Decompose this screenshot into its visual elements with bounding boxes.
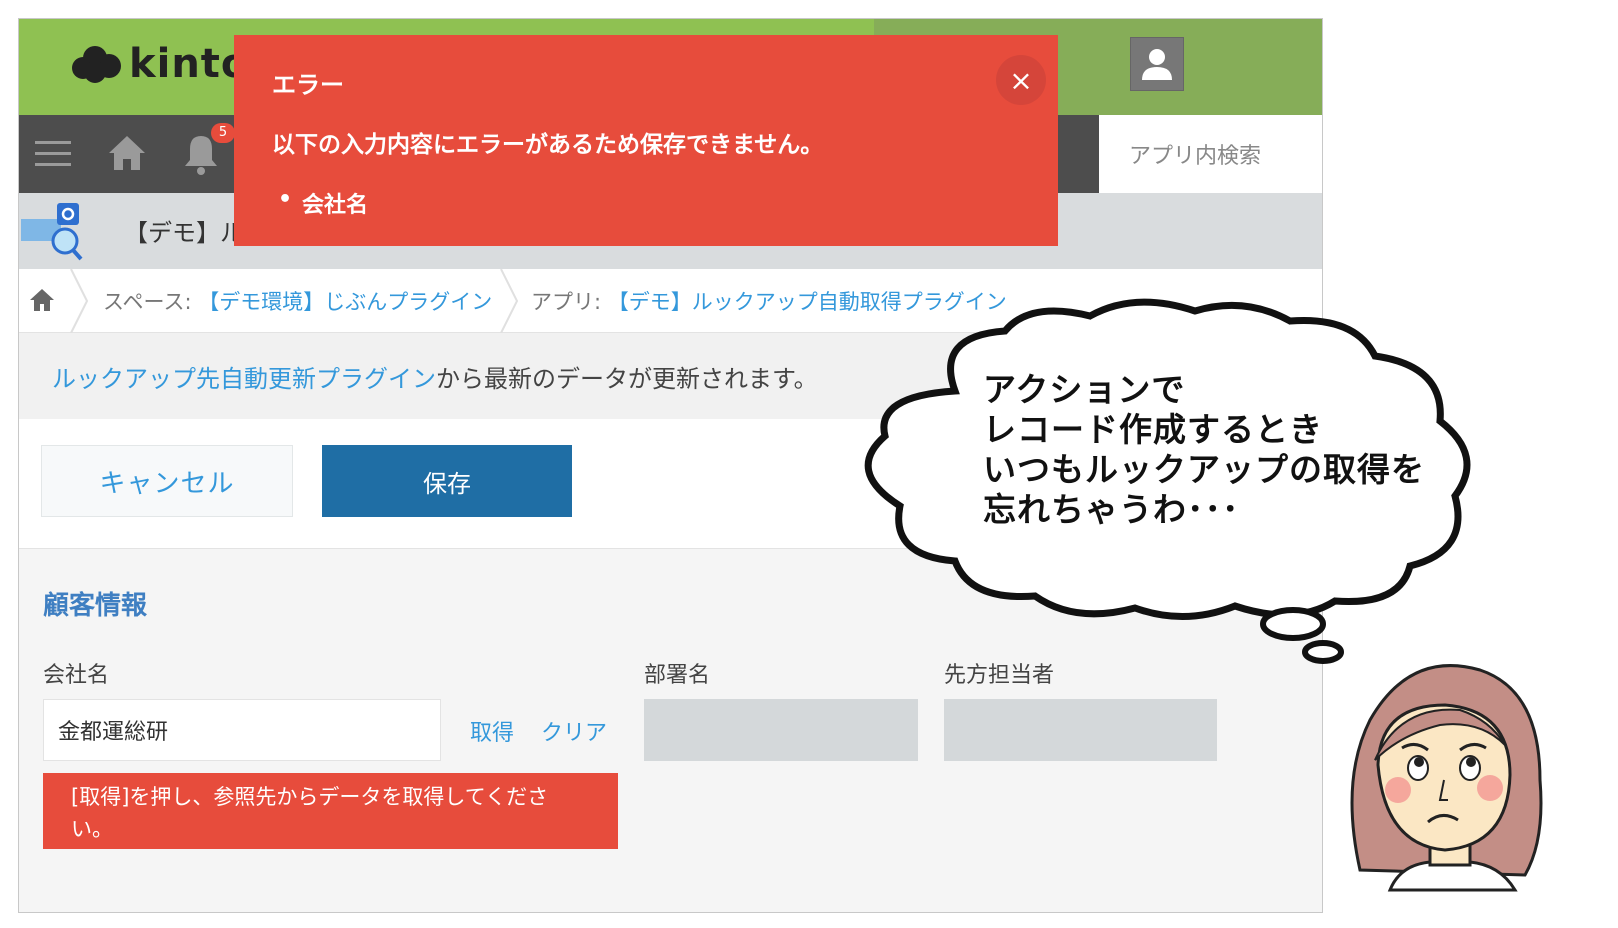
breadcrumb-separator <box>70 269 89 333</box>
company-value: 金都運総研 <box>58 720 169 745</box>
plugin-link[interactable]: ルックアップ先自動更新プラグイン <box>52 365 436 393</box>
contact-field <box>944 699 1217 761</box>
cloud-logo-icon <box>72 46 121 83</box>
app-title: 【デモ】ル <box>124 219 244 247</box>
notification-badge: 5 <box>211 123 235 143</box>
notice-text: ルックアップ先自動更新プラグインから最新のデータが更新されます。 <box>52 365 818 393</box>
app-settings-icon <box>21 203 83 261</box>
thought-bubble-text: アクションで レコード作成するとき いつもルックアップの取得を 忘れちゃうわ･･… <box>983 370 1425 529</box>
app-search-input[interactable]: アプリ内検索 <box>1099 115 1322 193</box>
error-message: 以下の入力内容にエラーがあるため保存できません。 <box>272 132 824 158</box>
search-placeholder: アプリ内検索 <box>1129 144 1262 169</box>
breadcrumb-home-icon[interactable] <box>29 287 55 313</box>
error-dialog: エラー 以下の入力内容にエラーがあるため保存できません。 会社名 × <box>234 35 1058 246</box>
user-avatar[interactable] <box>1130 37 1184 91</box>
error-title: エラー <box>272 71 344 99</box>
user-avatar-icon <box>1142 49 1172 80</box>
company-input[interactable]: 金都運総研 <box>43 699 441 761</box>
breadcrumb-separator <box>500 269 519 333</box>
breadcrumb-space-link[interactable]: 【デモ環境】じぶんプラグイン <box>198 290 492 314</box>
worried-woman-illustration <box>1350 664 1543 892</box>
close-icon[interactable]: × <box>996 55 1046 105</box>
home-icon[interactable] <box>107 133 147 173</box>
department-label: 部署名 <box>644 663 711 688</box>
company-field-error: [取得]を押し、参照先からデータを取得してください。 <box>43 773 618 849</box>
lookup-clear-button[interactable]: クリア <box>541 715 607 747</box>
lookup-get-button[interactable]: 取得 <box>470 715 514 747</box>
department-field <box>644 699 918 761</box>
hamburger-menu-icon[interactable] <box>33 133 73 173</box>
save-button[interactable]: 保存 <box>322 445 572 517</box>
breadcrumb-space: スペース: 【デモ環境】じぶんプラグイン <box>103 290 493 314</box>
cancel-button[interactable]: キャンセル <box>41 445 293 517</box>
error-item: 会社名 <box>278 187 368 219</box>
company-label: 会社名 <box>43 663 110 688</box>
section-title: 顧客情報 <box>43 591 148 621</box>
